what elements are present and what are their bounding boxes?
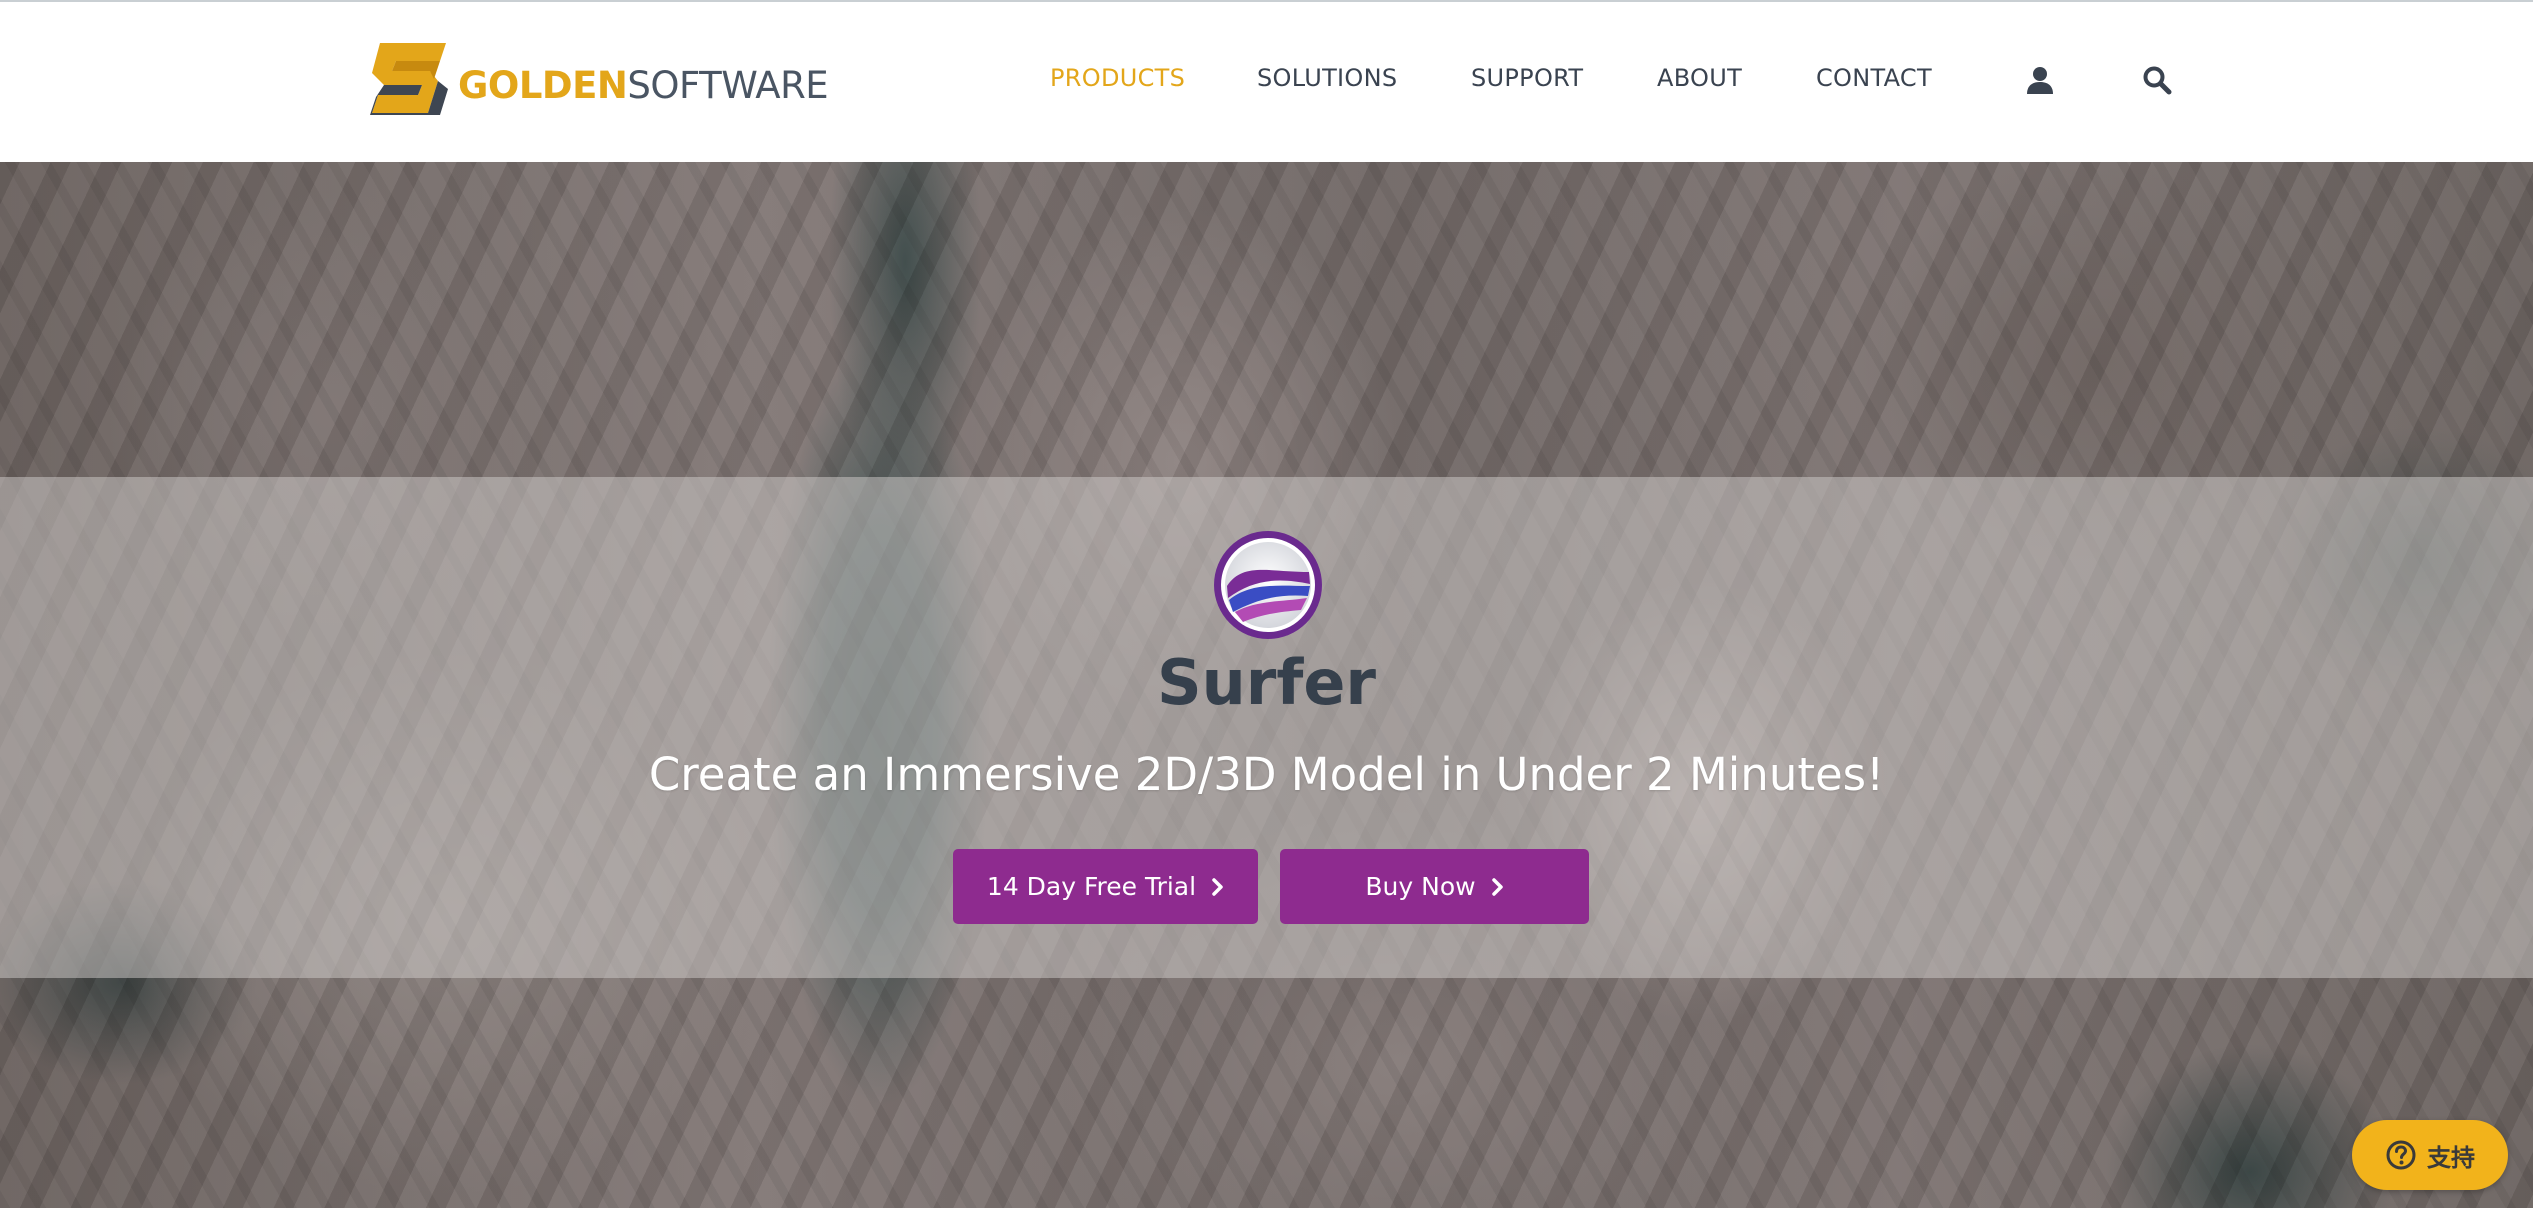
- chevron-right-icon: [1491, 877, 1503, 896]
- hero-section: Surfer Create an Immersive 2D/3D Model i…: [0, 162, 2533, 1208]
- chevron-right-icon: [1212, 877, 1223, 896]
- buy-now-button[interactable]: Buy Now: [1280, 849, 1589, 924]
- support-help-label: 支持: [2427, 1143, 2475, 1172]
- search-icon[interactable]: [2142, 65, 2172, 95]
- surfer-logo-icon: [1214, 531, 1322, 639]
- product-name: Surfer: [1157, 646, 1376, 719]
- nav-item-about[interactable]: ABOUT: [1657, 64, 1742, 92]
- user-icon[interactable]: [2025, 65, 2055, 95]
- nav-item-products[interactable]: PRODUCTS: [1050, 64, 1185, 92]
- nav-item-support[interactable]: SUPPORT: [1471, 64, 1583, 92]
- nav-item-contact[interactable]: CONTACT: [1816, 64, 1932, 92]
- main-nav: PRODUCTS SOLUTIONS SUPPORT ABOUT CONTACT: [0, 2, 2533, 162]
- nav-item-solutions[interactable]: SOLUTIONS: [1257, 64, 1397, 92]
- free-trial-button[interactable]: 14 Day Free Trial: [953, 849, 1258, 924]
- buy-now-button-label: Buy Now: [1365, 872, 1476, 901]
- support-help-button[interactable]: 支持: [2352, 1120, 2508, 1190]
- free-trial-button-label: 14 Day Free Trial: [986, 872, 1197, 901]
- site-header: GOLDENSOFTWARE PRODUCTS SOLUTIONS SUPPOR…: [0, 2, 2533, 162]
- hero-tagline: Create an Immersive 2D/3D Model in Under…: [648, 748, 1885, 801]
- question-circle-icon: [2386, 1140, 2416, 1170]
